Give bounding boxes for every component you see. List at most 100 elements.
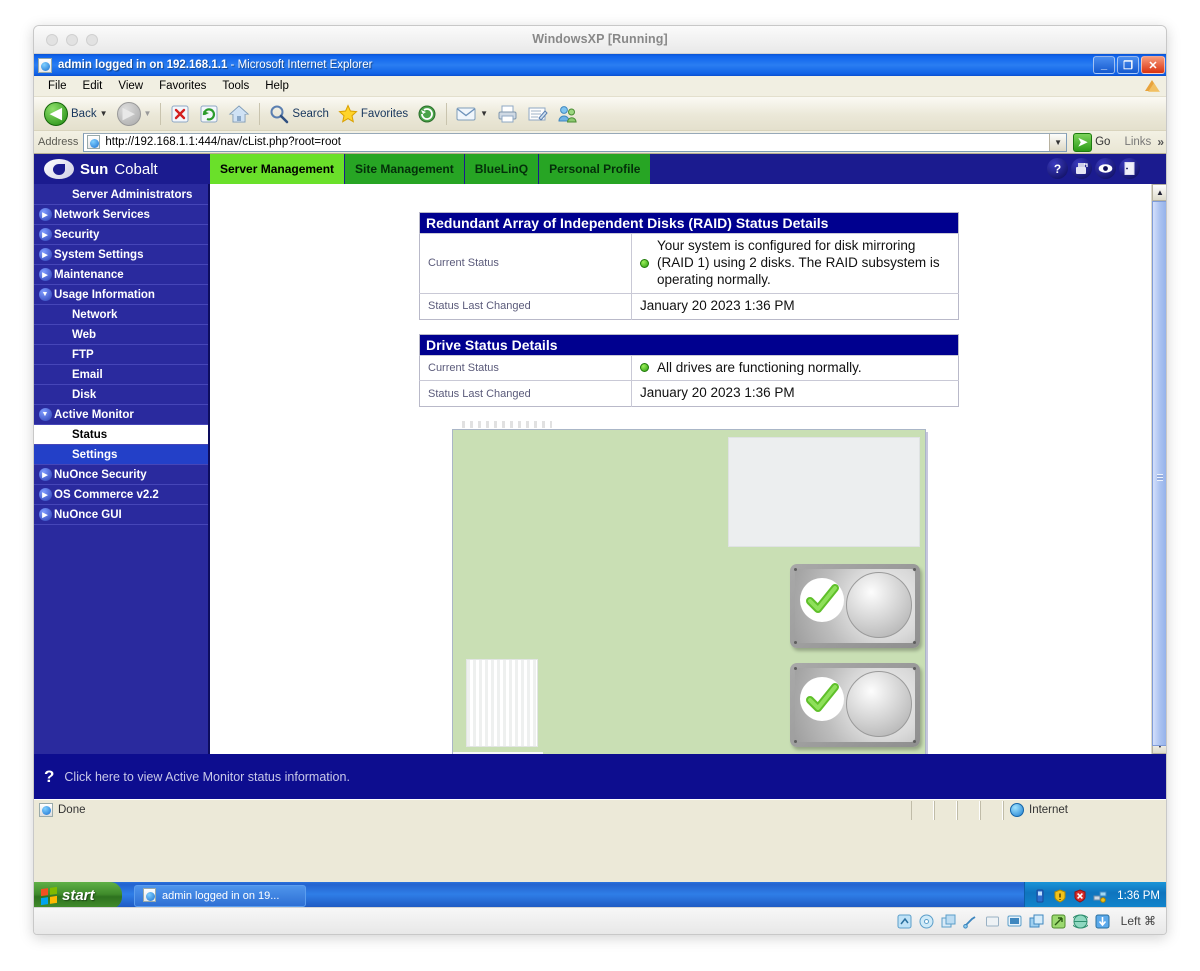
status-cell	[911, 800, 934, 820]
ie-window-controls: _ ❐ ✕	[1093, 56, 1165, 74]
scrollbar-track[interactable]	[1152, 201, 1166, 746]
sidebar-item-usage-information[interactable]: ▼ Usage Information	[34, 285, 208, 305]
cd-icon[interactable]	[919, 914, 934, 929]
sidebar-item-disk[interactable]: Disk	[34, 385, 208, 405]
chevron-right-icon: ▶	[38, 248, 52, 261]
sidebar-item-nuonce-gui[interactable]: ▶ NuOnce GUI	[34, 505, 208, 525]
menu-favorites[interactable]: Favorites	[151, 78, 214, 94]
links-chevron-icon[interactable]: »	[1157, 135, 1164, 149]
favorites-button[interactable]: Favorites	[334, 100, 412, 128]
scrollbar-grip	[1157, 473, 1163, 481]
menu-file[interactable]: File	[40, 78, 75, 94]
go-label: Go	[1095, 136, 1111, 148]
forward-button[interactable]: ▶ ▼	[113, 100, 156, 128]
tab-site-management[interactable]: Site Management	[345, 154, 465, 184]
sidebar-item-active-monitor[interactable]: ▼ Active Monitor	[34, 405, 208, 425]
status-page-icon	[39, 803, 53, 817]
sidebar-item-server-administrators[interactable]: Server Administrators	[34, 185, 208, 205]
raid-status-table: Redundant Array of Independent Disks (RA…	[419, 212, 959, 320]
usb-icon[interactable]	[962, 914, 978, 929]
back-button[interactable]: ◀ Back ▼	[40, 100, 112, 128]
menu-tools[interactable]: Tools	[214, 78, 257, 94]
address-input[interactable]: http://192.168.1.1:444/nav/cList.php?roo…	[83, 132, 1068, 152]
tab-server-management[interactable]: Server Management	[210, 154, 346, 184]
sidebar-item-nuonce-security[interactable]: ▶ NuOnce Security	[34, 465, 208, 485]
favorites-label: Favorites	[360, 107, 409, 120]
go-button[interactable]: ➤ Go	[1073, 132, 1111, 152]
hard-disk-icon[interactable]	[897, 914, 912, 929]
page-scrollbar[interactable]: ▲ ▼	[1151, 184, 1166, 754]
sidebar-item-email[interactable]: Email	[34, 365, 208, 385]
tab-bluelinq[interactable]: BlueLinQ	[464, 154, 540, 184]
floppy-icon[interactable]	[941, 914, 956, 929]
globe-icon[interactable]	[1072, 914, 1088, 929]
sidebar-item-security[interactable]: ▶ Security	[34, 225, 208, 245]
drive-ok-icon	[800, 677, 844, 722]
sidebar-item-network-services[interactable]: ▶ Network Services	[34, 205, 208, 225]
shared-folder-icon[interactable]	[985, 914, 1000, 929]
sidebar-item-label: System Settings	[54, 248, 144, 261]
drive-status-table: Drive Status Details Current Status All …	[419, 333, 959, 408]
preview-icon[interactable]	[1095, 158, 1116, 179]
raid-last-changed-value: January 20 2023 1:36 PM	[631, 292, 959, 319]
mail-button[interactable]: ▼	[452, 100, 492, 128]
drive-table-header-row: Drive Status Details	[419, 334, 959, 355]
host-key-label: Left ⌘	[1120, 914, 1156, 928]
capture-icon[interactable]	[1095, 914, 1110, 929]
print-button[interactable]	[493, 100, 522, 128]
clock[interactable]: 1:36 PM	[1117, 890, 1160, 902]
drive-current-status-value: All drives are functioning normally.	[657, 359, 862, 375]
minimize-button[interactable]: _	[1093, 56, 1115, 74]
shield-warning-icon[interactable]	[1053, 888, 1067, 903]
battery-icon[interactable]	[1033, 889, 1047, 903]
sidebar-item-network[interactable]: Network	[34, 305, 208, 325]
network-icon[interactable]	[1093, 889, 1107, 903]
help-icon[interactable]: ?	[1047, 158, 1068, 179]
search-button[interactable]: Search	[265, 100, 332, 128]
sidebar-item-label: Web	[72, 328, 97, 341]
sidebar-item-os-commerce[interactable]: ▶ OS Commerce v2.2	[34, 485, 208, 505]
chevron-right-icon: ▶	[38, 468, 52, 481]
save-icon[interactable]	[1071, 158, 1092, 179]
menu-help[interactable]: Help	[257, 78, 297, 94]
network-adapter-icon[interactable]	[1051, 914, 1066, 929]
logout-icon[interactable]	[1119, 158, 1140, 179]
security-alert-icon[interactable]	[1073, 888, 1087, 903]
sidebar-item-settings[interactable]: Settings	[34, 445, 208, 465]
sidebar-item-status[interactable]: Status	[34, 425, 208, 445]
search-label: Search	[292, 107, 329, 120]
security-zone-indicator[interactable]: Internet	[1003, 800, 1166, 820]
close-button[interactable]: ✕	[1141, 56, 1165, 74]
active-monitor-help-bar[interactable]: ? Click here to view Active Monitor stat…	[34, 754, 1166, 799]
system-tray: 1:36 PM	[1024, 882, 1166, 909]
home-button[interactable]	[224, 100, 254, 128]
sidebar-item-label: Server Administrators	[72, 188, 193, 201]
sidebar-item-web[interactable]: Web	[34, 325, 208, 345]
sidebar-item-ftp[interactable]: FTP	[34, 345, 208, 365]
scroll-up-button[interactable]: ▲	[1152, 184, 1166, 201]
scrollbar-thumb[interactable]	[1152, 201, 1166, 746]
history-button[interactable]	[413, 100, 441, 128]
menu-edit[interactable]: Edit	[75, 78, 111, 94]
tab-personal-profile[interactable]: Personal Profile	[539, 154, 652, 184]
page-body: Server Administrators ▶ Network Services…	[34, 184, 1166, 754]
virtualbox-titlebar: WindowsXP [Running]	[34, 26, 1166, 54]
restore-button[interactable]: ❐	[1117, 56, 1139, 74]
links-label[interactable]: Links	[1124, 136, 1151, 148]
sidebar-item-maintenance[interactable]: ▶ Maintenance	[34, 265, 208, 285]
ie-titlebar: admin logged in on 192.168.1.1 - Microso…	[34, 54, 1166, 76]
sidebar-item-system-settings[interactable]: ▶ System Settings	[34, 245, 208, 265]
stop-button[interactable]	[166, 100, 194, 128]
drive-platter	[846, 671, 912, 738]
status-cell	[957, 800, 980, 820]
taskbar-item-ie[interactable]: admin logged in on 19...	[134, 884, 306, 907]
display-icon[interactable]	[1007, 914, 1022, 929]
refresh-button[interactable]	[195, 100, 223, 128]
start-button[interactable]: start	[34, 882, 122, 909]
chevron-right-icon: ▶	[38, 228, 52, 241]
messenger-button[interactable]	[553, 100, 582, 128]
shared-clipboard-icon[interactable]	[1029, 914, 1044, 929]
address-dropdown-icon[interactable]: ▼	[1049, 133, 1067, 151]
edit-button[interactable]	[523, 100, 552, 128]
menu-view[interactable]: View	[110, 78, 151, 94]
